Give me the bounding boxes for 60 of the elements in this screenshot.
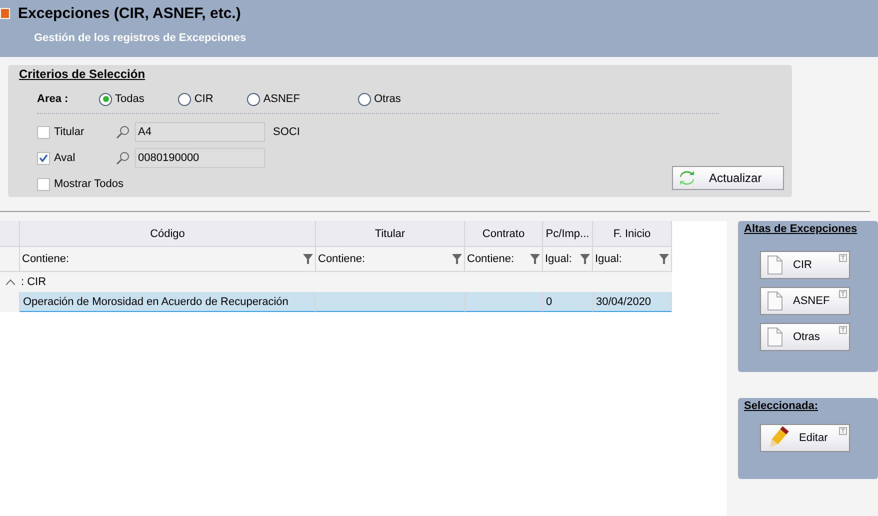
- area-radio[interactable]: ASNEF: [247, 92, 300, 106]
- pin-icon: [839, 290, 847, 298]
- area-radio[interactable]: CIR: [178, 92, 214, 106]
- group-row[interactable]: : CIR: [0, 272, 672, 292]
- checkbox-label: Aval: [54, 152, 76, 164]
- pin-icon: [839, 326, 847, 334]
- filter-icon[interactable]: [659, 254, 669, 264]
- table-cell: 0: [543, 292, 593, 312]
- area-radio[interactable]: Todas: [99, 92, 144, 106]
- document-icon: [767, 327, 783, 347]
- input-field[interactable]: 0080190000: [135, 148, 265, 168]
- checkbox-label: Mostrar Todos: [54, 178, 124, 190]
- new-exception-button[interactable]: ASNEF: [760, 287, 850, 315]
- column-header[interactable]: Código: [20, 221, 316, 247]
- document-icon: [767, 291, 783, 311]
- input-field[interactable]: A4: [135, 122, 265, 142]
- group-label: : CIR: [21, 276, 46, 288]
- search-icon[interactable]: [116, 151, 130, 165]
- new-exception-button[interactable]: CIR: [760, 251, 850, 279]
- checkbox[interactable]: [37, 152, 50, 164]
- filter-cell[interactable]: Contiene:: [316, 247, 465, 272]
- refresh-button[interactable]: Actualizar: [672, 166, 784, 190]
- area-radio[interactable]: Otras: [358, 92, 401, 106]
- column-header[interactable]: Titular: [316, 221, 465, 247]
- new-exception-button[interactable]: Otras: [760, 323, 850, 351]
- column-header[interactable]: Pc/Imp...: [543, 221, 593, 247]
- filter-icon[interactable]: [303, 254, 313, 264]
- panel-title: Seleccionada:: [744, 400, 819, 412]
- page-title: Excepciones (CIR, ASNEF, etc.): [18, 5, 241, 22]
- checkbox[interactable]: [37, 178, 50, 190]
- filter-cell[interactable]: Contiene:: [20, 247, 316, 272]
- document-icon: [767, 255, 783, 275]
- row-header-cell[interactable]: [0, 292, 20, 312]
- row-header-cell: [0, 221, 20, 247]
- filter-cell[interactable]: Igual:: [593, 247, 672, 272]
- filter-icon[interactable]: [530, 254, 540, 264]
- row-header-cell: [0, 247, 20, 272]
- page-icon: [0, 8, 10, 19]
- filter-cell[interactable]: Contiene:: [465, 247, 543, 272]
- pin-icon: [839, 254, 847, 262]
- table-cell: Operación de Morosidad en Acuerdo de Recuperación: [20, 292, 316, 312]
- refresh-icon: [679, 171, 695, 185]
- page-subtitle: Gestión de los registros de Excepciones: [34, 32, 248, 44]
- edit-button[interactable]: Editar: [760, 424, 850, 452]
- panel-title: Criterios de Selección: [19, 67, 146, 81]
- collapse-icon[interactable]: [6, 279, 15, 285]
- filter-icon[interactable]: [580, 254, 590, 264]
- filter-cell[interactable]: Igual:: [543, 247, 593, 272]
- checkbox-label: Titular: [54, 126, 86, 138]
- search-icon[interactable]: [116, 125, 130, 139]
- filter-icon[interactable]: [452, 254, 462, 264]
- checkbox[interactable]: [37, 126, 50, 138]
- check-icon: [39, 154, 48, 162]
- holder-name: SOCI: [273, 126, 300, 138]
- pin-icon: [839, 427, 847, 435]
- column-header[interactable]: F. Inicio: [593, 221, 672, 247]
- area-label: Area :: [37, 93, 70, 105]
- panel-title: Altas de Excepciones: [744, 223, 858, 235]
- column-header[interactable]: Contrato: [465, 221, 543, 247]
- table-cell: 30/04/2020: [593, 292, 672, 312]
